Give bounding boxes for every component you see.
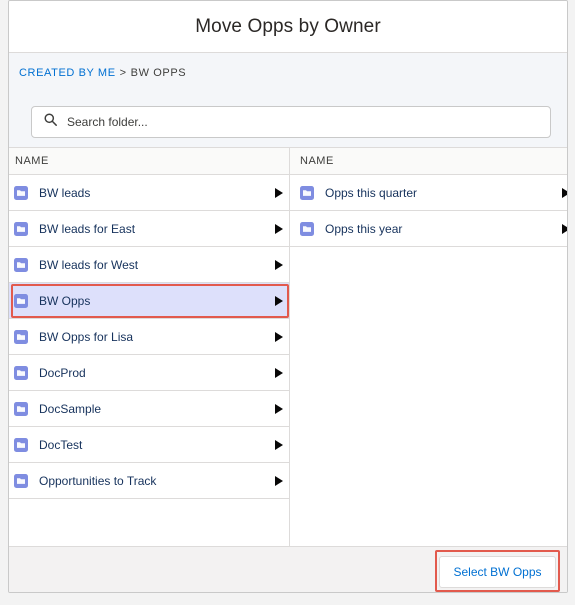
caret-right-icon[interactable]: [562, 223, 567, 234]
search-input[interactable]: [67, 115, 507, 129]
folder-row[interactable]: Opportunities to Track: [9, 463, 289, 499]
folder-icon: [14, 365, 28, 380]
folder-column-level-1: NAME BW leads BW leads for East BW leads f…: [9, 148, 290, 548]
folder-label: BW leads for West: [39, 257, 139, 272]
folder-icon: [14, 293, 28, 308]
breadcrumb: CREATED BY ME > BW OPPS: [19, 67, 186, 79]
column-header-name: NAME: [290, 148, 567, 175]
folder-row[interactable]: BW leads for East: [9, 211, 289, 247]
folder-label: Opps this quarter: [325, 185, 418, 200]
folder-icon: [14, 221, 28, 236]
caret-right-icon[interactable]: [275, 367, 283, 378]
move-folder-modal: Move Opps by Owner CREATED BY ME > BW OPPS…: [8, 0, 568, 593]
folder-row[interactable]: Opps this quarter: [290, 175, 567, 211]
search-icon: [44, 113, 57, 131]
caret-right-icon[interactable]: [275, 223, 283, 234]
caret-right-icon[interactable]: [275, 403, 283, 414]
folder-list: Opps this quarter Opps this year: [290, 175, 567, 247]
modal-body-top: CREATED BY ME > BW OPPS: [9, 53, 567, 147]
folder-list: BW leads BW leads for East BW leads for We…: [9, 175, 289, 499]
breadcrumb-link-created-by-me[interactable]: CREATED BY ME: [19, 67, 116, 79]
caret-right-icon[interactable]: [275, 331, 283, 342]
modal-title: Move Opps by Owner: [195, 15, 381, 37]
folder-column-level-2: NAME Opps this quarter Opps this year: [290, 148, 567, 548]
select-folder-button[interactable]: Select BW Opps: [435, 550, 560, 592]
modal-footer: Select BW Opps: [9, 546, 567, 592]
search-folder-box[interactable]: [31, 106, 551, 138]
folder-row[interactable]: Opps this year: [290, 211, 567, 247]
folder-icon: [14, 185, 28, 200]
folder-row[interactable]: BW Opps: [9, 283, 289, 319]
folder-label: BW Opps for Lisa: [39, 329, 134, 344]
folder-icon: [300, 185, 314, 200]
caret-right-icon[interactable]: [275, 187, 283, 198]
folder-icon: [300, 221, 314, 236]
folder-row[interactable]: DocProd: [9, 355, 289, 391]
folder-label: DocTest: [39, 437, 83, 452]
folder-label: BW leads for East: [39, 221, 136, 236]
caret-right-icon[interactable]: [275, 259, 283, 270]
folder-label: Opps this year: [325, 221, 403, 236]
column-header-name: NAME: [9, 148, 289, 175]
folder-row[interactable]: DocTest: [9, 427, 289, 463]
folder-row[interactable]: BW leads for West: [9, 247, 289, 283]
folder-icon: [14, 401, 28, 416]
caret-right-icon[interactable]: [562, 187, 567, 198]
folder-label: DocSample: [39, 401, 102, 416]
folder-icon: [14, 473, 28, 488]
folder-row[interactable]: DocSample: [9, 391, 289, 427]
caret-right-icon[interactable]: [275, 439, 283, 450]
folder-icon: [14, 437, 28, 452]
folder-row[interactable]: BW leads: [9, 175, 289, 211]
folder-icon: [14, 329, 28, 344]
folder-row[interactable]: BW Opps for Lisa: [9, 319, 289, 355]
breadcrumb-current: BW OPPS: [130, 67, 187, 79]
breadcrumb-separator: >: [119, 67, 127, 79]
folder-label: DocProd: [39, 365, 86, 380]
folder-icon: [14, 257, 28, 272]
folder-label: BW leads: [39, 185, 91, 200]
caret-right-icon[interactable]: [275, 475, 283, 486]
folder-label: Opportunities to Track: [39, 473, 157, 488]
folder-label: BW Opps: [39, 293, 91, 308]
folder-columns: NAME BW leads BW leads for East BW leads f…: [9, 147, 567, 548]
caret-right-icon[interactable]: [275, 295, 283, 306]
modal-header: Move Opps by Owner: [9, 1, 567, 53]
